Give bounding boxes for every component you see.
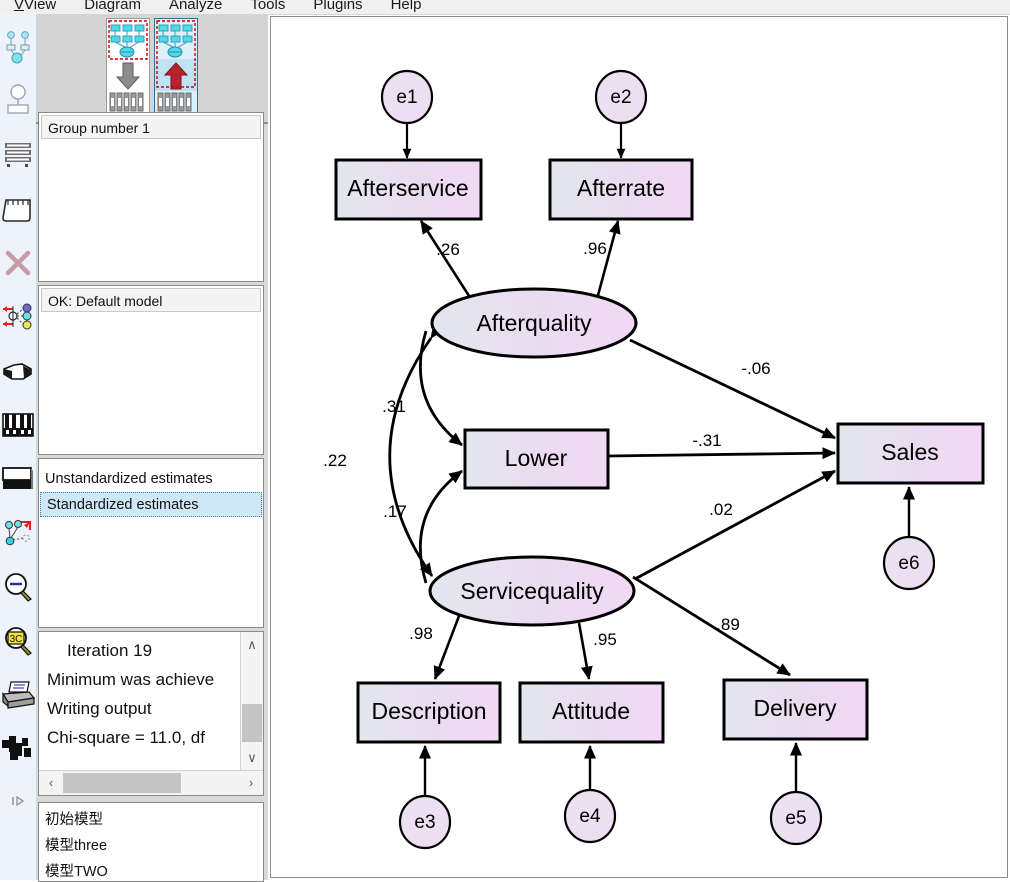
menu-item-diagram[interactable]: Diagram <box>70 0 155 13</box>
output-line-minimum: Minimum was achieve <box>47 670 215 689</box>
resize-diagram-icon[interactable] <box>0 506 36 560</box>
observed-latent-icon[interactable] <box>0 20 36 74</box>
print-icon[interactable] <box>0 668 36 722</box>
menu-bar: VView Diagram Analyze Tools Plugins Help <box>0 0 1010 15</box>
pointing-hand-icon[interactable] <box>0 344 36 398</box>
node-label-afterservice: Afterservice <box>347 175 468 201</box>
node-label-afterrate: Afterrate <box>577 175 665 201</box>
menu-item-help[interactable]: Help <box>377 0 436 13</box>
node-label-e1: e1 <box>396 87 417 108</box>
output-vertical-scrollbar[interactable]: ∧ ∨ <box>240 632 263 771</box>
models-panel[interactable]: OK: Default model <box>38 285 264 455</box>
output-text-panel[interactable]: Iteration 19 Minimum was achieve Writing… <box>38 631 264 796</box>
scroll-text-icon[interactable] <box>0 182 36 236</box>
analysis-toolbar <box>36 14 268 124</box>
edge-afterquality-lower <box>418 330 463 447</box>
edge-afterquality-sales <box>629 338 836 440</box>
save-drawer-icon[interactable] <box>0 452 36 506</box>
output-line-iteration: Iteration 19 <box>67 641 153 660</box>
scroll-down-icon[interactable]: ∨ <box>241 745 263 771</box>
option-unstandardized-estimates[interactable]: Unstandardized estimates <box>39 467 263 492</box>
menu-item-plugins[interactable]: Plugins <box>299 0 376 13</box>
path-diagram-svg: e1 e2 e6 e3 e4 e5 Afterservice Afterrate… <box>323 69 985 850</box>
scroll-up-icon[interactable]: ∧ <box>241 632 263 658</box>
vertical-scroll-thumb[interactable] <box>242 704 262 742</box>
edge-afterquality-afterrate <box>595 220 621 300</box>
default-model-header[interactable]: OK: Default model <box>41 288 261 312</box>
group-number-header[interactable]: Group number 1 <box>41 115 261 139</box>
edge-servicequality-attitude <box>577 622 593 680</box>
edge-servicequality-description <box>433 615 461 680</box>
model-list-item-2[interactable]: 模型TWO <box>39 859 263 881</box>
scroll-left-icon[interactable]: ‹ <box>39 771 63 794</box>
coef-servicequality-description: .98 <box>409 624 433 643</box>
coef-servicequality-sales: .02 <box>709 500 733 519</box>
menu-label-view: View <box>24 0 57 13</box>
menu-label-plugins: Plugins <box>313 0 363 13</box>
model-list-item-1[interactable]: 模型three <box>39 833 263 859</box>
view-input-path-diagram-button[interactable] <box>106 18 150 116</box>
magnifier-icon[interactable] <box>0 560 36 614</box>
coef-afterquality-sales: -.06 <box>741 359 770 378</box>
menu-label-help: Help <box>390 0 422 13</box>
coef-afterquality-afterrate: .96 <box>583 239 607 258</box>
node-label-attitude: Attitude <box>552 698 630 724</box>
menu-item-tools[interactable]: Tools <box>236 0 299 13</box>
coef-servicequality-delivery: .89 <box>716 615 740 634</box>
magnifier-text-icon[interactable]: 3C <box>0 614 36 668</box>
data-table-icon[interactable] <box>0 128 36 182</box>
tool-palette[interactable]: 3C <box>0 14 37 880</box>
option-standardized-estimates[interactable]: Standardized estimates <box>40 492 262 517</box>
output-lines: Iteration 19 Minimum was achieve Writing… <box>39 632 241 771</box>
edge-servicequality-sales <box>634 469 836 581</box>
node-label-delivery: Delivery <box>753 695 837 721</box>
node-label-servicequality: Servicequality <box>460 578 604 604</box>
coef-servicequality-lower: .17 <box>383 502 407 521</box>
menu-label-diagram: Diagram <box>84 0 141 13</box>
edge-afterquality-servicequality-covariance <box>388 324 444 577</box>
horizontal-scroll-thumb[interactable] <box>63 773 181 793</box>
matrix-representation-icon[interactable] <box>0 290 36 344</box>
node-label-e3: e3 <box>414 812 435 833</box>
coef-servicequality-attitude: .95 <box>593 630 617 649</box>
node-label-e4: e4 <box>579 806 601 827</box>
node-label-e6: e6 <box>898 553 919 574</box>
scroll-right-icon[interactable]: › <box>239 771 263 794</box>
output-horizontal-scrollbar[interactable]: ‹ › <box>39 770 263 795</box>
output-line-chisquare: Chi-square = 11.0, df <box>47 728 205 747</box>
output-line-writing: Writing output <box>47 699 152 718</box>
menu-item-analyze[interactable]: Analyze <box>155 0 236 13</box>
node-label-lower: Lower <box>505 445 568 471</box>
view-output-path-diagram-button[interactable] <box>154 18 198 116</box>
amos-graphics-window: VView Diagram Analyze Tools Plugins Help <box>0 0 1010 882</box>
model-list-item-0[interactable]: 初始模型 <box>39 807 263 833</box>
path-diagram-canvas[interactable]: e1 e2 e6 e3 e4 e5 Afterservice Afterrate… <box>270 16 1008 878</box>
duplicate-objects-icon[interactable] <box>0 722 36 776</box>
groups-panel[interactable]: Group number 1 <box>38 112 264 282</box>
menu-label-tools: Tools <box>250 0 286 13</box>
edge-lower-sales <box>608 447 836 460</box>
left-panel-column: Group number 1 OK: Default model Unstand… <box>36 14 268 882</box>
coef-afterquality-afterservice: .26 <box>436 240 460 259</box>
scroll-right-handle-icon[interactable] <box>0 774 36 828</box>
edge-afterquality-afterservice <box>419 220 473 300</box>
node-label-description: Description <box>371 698 486 724</box>
edge-servicequality-delivery <box>632 575 791 677</box>
node-label-e2: e2 <box>610 87 631 108</box>
node-label-sales: Sales <box>881 439 939 465</box>
keyboard-icon[interactable] <box>0 398 36 452</box>
svg-text:3C: 3C <box>10 634 23 645</box>
x-delete-icon[interactable] <box>0 236 36 290</box>
coef-afterquality-servicequality-cov: .22 <box>323 451 347 470</box>
coef-afterquality-lower: .31 <box>382 397 406 416</box>
estimates-panel[interactable]: Unstandardized estimates Standardized es… <box>38 458 264 628</box>
coef-lower-sales: -.31 <box>692 431 721 450</box>
model-list-panel[interactable]: 初始模型 模型three 模型TWO <box>38 802 264 882</box>
node-label-afterquality: Afterquality <box>476 310 592 336</box>
menu-label-analyze: Analyze <box>168 0 223 13</box>
menu-item-view[interactable]: VView <box>0 0 70 13</box>
latent-indicator-icon[interactable] <box>0 74 36 128</box>
node-label-e5: e5 <box>785 808 806 829</box>
